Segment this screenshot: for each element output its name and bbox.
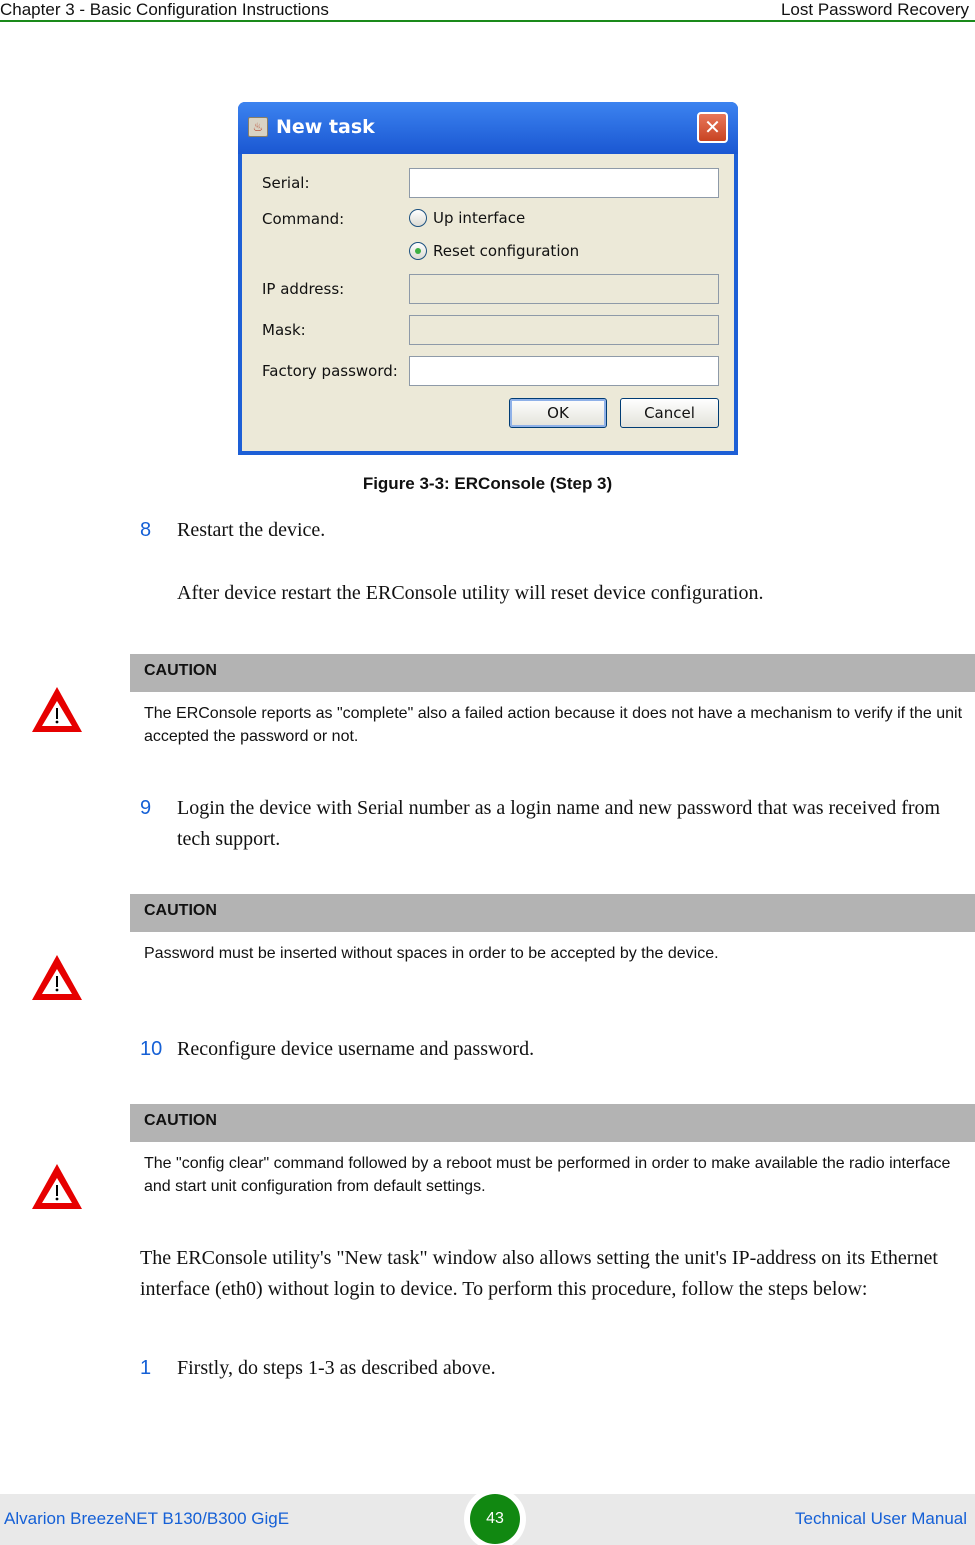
radio-label: Reset configuration bbox=[433, 242, 580, 260]
step-9: 9 Login the device with Serial number as… bbox=[140, 793, 970, 855]
ip-address-input[interactable] bbox=[409, 274, 719, 304]
warning-icon bbox=[32, 955, 82, 1000]
caution-text: The "config clear" command followed by a… bbox=[144, 1155, 951, 1195]
close-icon: ✕ bbox=[704, 115, 721, 139]
cancel-button[interactable]: Cancel bbox=[620, 398, 719, 428]
caution-box-3: CAUTION The "config clear" command follo… bbox=[130, 1104, 975, 1198]
step-text: Login the device with Serial number as a… bbox=[177, 797, 941, 850]
mask-label: Mask: bbox=[262, 321, 306, 339]
radio-unchecked-icon bbox=[409, 209, 427, 227]
product-name: Alvarion BreezeNET B130/B300 GigE bbox=[4, 1509, 290, 1528]
radio-reset-configuration[interactable]: Reset configuration bbox=[409, 242, 579, 260]
step-number: 10 bbox=[140, 1038, 163, 1060]
step-8-note: After device restart the ERConsole utili… bbox=[140, 578, 970, 609]
new-task-dialog: ♨ New task ✕ Serial: Command: Up interfa… bbox=[238, 102, 738, 455]
close-button[interactable]: ✕ bbox=[697, 112, 728, 143]
step-text: Reconfigure device username and password… bbox=[177, 1038, 535, 1060]
step-8: 8 Restart the device. bbox=[140, 515, 970, 546]
ip-address-label: IP address: bbox=[262, 280, 345, 298]
step-1: 1 Firstly, do steps 1-3 as described abo… bbox=[140, 1353, 970, 1384]
section-title: Lost Password Recovery bbox=[780, 0, 969, 19]
figure-caption: Figure 3-3: ERConsole (Step 3) bbox=[362, 474, 613, 493]
caution-heading: CAUTION bbox=[130, 654, 975, 692]
ok-button[interactable]: OK bbox=[509, 398, 607, 428]
radio-up-interface[interactable]: Up interface bbox=[409, 209, 525, 227]
warning-icon bbox=[32, 687, 82, 732]
dialog-title: New task bbox=[276, 116, 375, 138]
chapter-title: Chapter 3 - Basic Configuration Instruct… bbox=[0, 0, 329, 19]
step-number: 8 bbox=[140, 519, 152, 541]
page-number-badge: 43 bbox=[464, 1488, 526, 1545]
dialog-titlebar[interactable]: ♨ New task ✕ bbox=[238, 102, 738, 154]
serial-input[interactable] bbox=[409, 168, 719, 198]
warning-icon bbox=[32, 1164, 82, 1209]
radio-label: Up interface bbox=[433, 209, 526, 227]
step-number: 9 bbox=[140, 797, 152, 819]
caution-box-2: CAUTION Password must be inserted withou… bbox=[130, 894, 975, 965]
page-footer: Alvarion BreezeNET B130/B300 GigE 43 Tec… bbox=[0, 1488, 975, 1545]
serial-label: Serial: bbox=[262, 174, 310, 192]
dialog-body: Serial: Command: Up interface Reset conf… bbox=[242, 154, 734, 451]
java-app-icon: ♨ bbox=[248, 117, 268, 137]
caution-box-1: CAUTION The ERConsole reports as "comple… bbox=[130, 654, 975, 748]
mask-input[interactable] bbox=[409, 315, 719, 345]
caution-text: The ERConsole reports as "complete" also… bbox=[144, 705, 963, 745]
page-number: 43 bbox=[470, 1494, 520, 1544]
caution-heading: CAUTION bbox=[130, 894, 975, 932]
factory-password-input[interactable] bbox=[409, 356, 719, 386]
command-label: Command: bbox=[262, 210, 345, 228]
step-10: 10 Reconfigure device username and passw… bbox=[140, 1034, 970, 1065]
caution-text: Password must be inserted without spaces… bbox=[144, 945, 719, 962]
step-text: Firstly, do steps 1-3 as described above… bbox=[177, 1357, 496, 1379]
radio-checked-icon bbox=[409, 242, 427, 260]
document-title: Technical User Manual bbox=[795, 1509, 967, 1528]
body-paragraph: The ERConsole utility's "New task" windo… bbox=[140, 1247, 938, 1300]
step-text: Restart the device. bbox=[177, 519, 326, 541]
step-number: 1 bbox=[140, 1357, 152, 1379]
page-header: Chapter 3 - Basic Configuration Instruct… bbox=[0, 0, 975, 22]
step-text: After device restart the ERConsole utili… bbox=[177, 582, 764, 604]
caution-heading: CAUTION bbox=[130, 1104, 975, 1142]
factory-password-label: Factory password: bbox=[262, 362, 398, 380]
